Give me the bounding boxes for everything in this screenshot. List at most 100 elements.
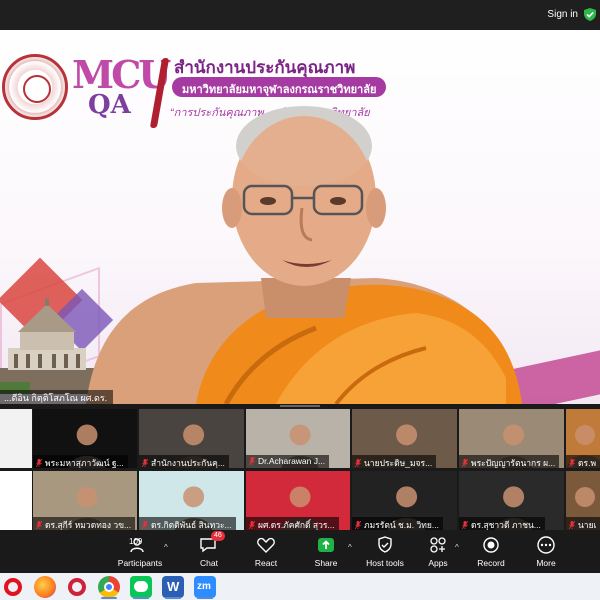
share-label: Share [314,558,338,568]
os-taskbar: Wzm [0,573,600,600]
chrome-icon[interactable] [98,576,120,599]
chevron-up-icon[interactable]: ^ [164,543,168,552]
participant-name-text: ภมรรัตน์ ช.ม. วิทย... [364,520,439,530]
muted-microphone-icon [355,521,361,529]
participant-name: ดร.กิตติพันธ์ สินทวะ... [139,517,236,530]
participant-name-text: ดร.สุกีร์ หมวดทอง วข... [45,520,132,530]
muted-microphone-icon [142,459,148,467]
apps-label: Apps [428,558,448,568]
running-indicator [101,597,117,599]
participant-tile[interactable] [0,409,32,468]
react-label: React [254,558,278,568]
running-indicator [197,597,213,599]
participant-name-text: ผศ.ดร.ภัคศักดิ์ สุวร... [258,520,335,530]
university-seal-logo [2,54,68,120]
muted-microphone-icon [355,459,361,467]
participant-tile[interactable]: นายเ [566,471,600,530]
chat-unread-badge: 46 [211,531,225,541]
muted-microphone-icon [462,459,468,467]
host-tools-button[interactable]: Host tools [357,533,413,571]
react-button[interactable]: React [238,533,294,571]
participant-name: ดร.สุกีร์ หมวดทอง วข... [33,517,136,530]
zoom-icon[interactable]: zm [194,576,216,599]
participant-name: นายเ [566,517,600,530]
participant-name-text: ดร.พ [578,458,597,468]
muted-microphone-icon [569,459,575,467]
participant-tile[interactable] [0,471,32,530]
participant-name-text: ดร.กิตติพันธ์ สินทวะ... [151,520,232,530]
firefox-icon[interactable] [34,576,56,598]
participant-name: พระปัญญารัตนากร ผ... [459,455,560,468]
record-label: Record [477,558,505,568]
participant-name: ผศ.ดร.ภัคศักดิ์ สุวร... [246,517,339,530]
participant-tile[interactable]: พระปัญญารัตนากร ผ... [459,409,564,468]
muted-microphone-icon [142,521,148,529]
share-screen-icon [316,535,336,555]
participant-name-text: ดร.สุชาวดี ภาชน... [471,520,541,530]
participant-count: 109 [129,537,143,546]
participant-name: ดร.สุชาวดี ภาชน... [459,517,545,530]
participant-name: Dr.Acharawan J... [246,455,330,468]
opera-gx-icon[interactable] [66,576,88,598]
meeting-controls: 109 Participants ^ 46 Chat React Share ^… [0,531,600,573]
participant-name: สำนักงานประกันคุ... [139,455,229,468]
participant-tile[interactable]: นายประดิษ_มจร... [352,409,457,468]
participant-name-text: สำนักงานประกันคุ... [151,458,225,468]
sign-in-link[interactable]: Sign in [547,9,578,20]
participant-name-text: นายเ [578,520,597,530]
participant-name: นายประดิษ_มจร... [352,455,437,468]
running-indicator [165,597,181,599]
participant-tile[interactable]: Dr.Acharawan J... [246,409,350,468]
participant-name: ดร.พ [566,455,600,468]
record-button[interactable]: Record [463,533,519,571]
more-icon [536,535,556,555]
more-label: More [536,558,556,568]
participant-name: ภมรรัตน์ ช.ม. วิทย... [352,517,443,530]
share-button[interactable]: Share ^ [298,533,354,571]
participant-name-text: นายประดิษ_มจร... [364,458,433,468]
participant-name-text: พระมหาสุภาวัฒน์ ฐ... [45,458,124,468]
more-button[interactable]: More [518,533,574,571]
chevron-up-icon[interactable]: ^ [348,543,352,552]
gallery-resize-handle[interactable] [280,405,320,407]
participant-name-text: พระปัญญารัตนากร ผ... [471,458,556,468]
zoom-label: zm [197,581,211,592]
participant-tile[interactable]: พระมหาสุภาวัฒน์ ฐ... [33,409,137,468]
word-icon[interactable]: W [162,576,184,599]
background-decoration [510,350,600,404]
muted-microphone-icon [249,457,255,465]
host-tools-label: Host tools [366,558,404,568]
shield-check-icon[interactable] [584,8,596,21]
record-icon [481,535,501,555]
participant-tile[interactable]: ดร.สุชาวดี ภาชน... [459,471,564,530]
apps-button[interactable]: Apps ^ [410,533,466,571]
participants-button[interactable]: 109 Participants ^ [112,533,168,571]
chevron-up-icon[interactable]: ^ [455,543,459,552]
line-icon[interactable] [130,576,152,599]
participant-tile[interactable]: ดร.กิตติพันธ์ สินทวะ... [139,471,244,530]
shield-icon [375,535,395,555]
chat-icon: 46 [199,531,225,555]
participant-tile[interactable]: ดร.สุกีร์ หมวดทอง วข... [33,471,137,530]
participant-gallery: พระมหาสุภาวัฒน์ ฐ... สำนักงานประกันคุ... D… [0,409,600,531]
participant-tile[interactable]: ดร.พ [566,409,600,468]
participant-tile[interactable]: ผศ.ดร.ภัคศักดิ์ สุวร... [246,471,350,530]
participant-name-text: Dr.Acharawan J... [258,456,326,466]
chat-button[interactable]: 46 Chat [181,531,237,571]
participants-label: Participants [117,558,163,568]
heart-icon [256,535,276,555]
muted-microphone-icon [249,521,255,529]
speaker-person [86,106,522,404]
apps-icon [428,535,448,555]
muted-microphone-icon [462,521,468,529]
participant-tile[interactable]: ภมรรัตน์ ช.ม. วิทย... [352,471,457,530]
opera-icon[interactable] [2,576,24,598]
speaker-name-tag: ...ดีอิน กิตฺติโสภโณ ผศ.ดร. [0,390,114,404]
muted-microphone-icon [36,521,42,529]
active-speaker-video[interactable]: MCU QA สำนักงานประกันคุณภาพ มหาวิทยาลัยม… [0,30,600,404]
participant-tile[interactable]: สำนักงานประกันคุ... [139,409,244,468]
title-bar: Sign in [0,0,600,30]
running-indicator [133,597,149,599]
muted-microphone-icon [569,521,575,529]
chat-label: Chat [200,558,218,568]
